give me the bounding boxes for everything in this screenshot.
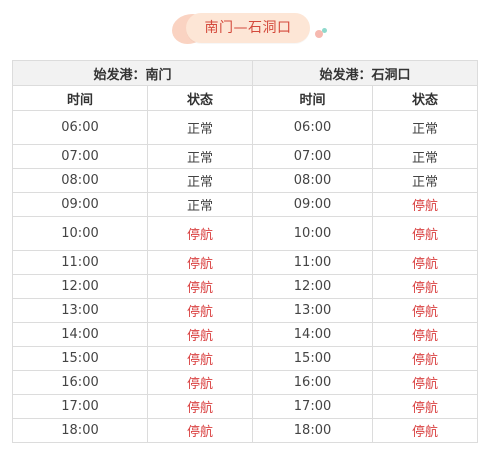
departure-time-cell: 17:00: [252, 394, 374, 419]
table-row: 06:00 正常 06:00 正常: [12, 110, 479, 145]
port-header-row: 始发港：南门 始发港：石洞口: [11, 60, 479, 86]
table-row: 17:00 停航 17:00 停航: [12, 394, 479, 419]
departure-time-cell: 06:00: [12, 110, 148, 145]
status-cell: 停航: [146, 250, 254, 275]
departure-time-cell: 06:00: [252, 110, 374, 145]
departure-time-cell: 15:00: [12, 346, 148, 371]
table-row: 18:00 停航 18:00 停航: [12, 418, 479, 443]
status-cell: 正常: [372, 110, 479, 145]
ferry-schedule-table: 始发港：南门 始发港：石洞口 时间 状态 时间 状态 06:00 正常 06:00 正…: [11, 60, 479, 443]
departure-time-cell: 11:00: [12, 250, 148, 275]
departure-time-cell: 15:00: [252, 346, 374, 371]
status-cell: 正常: [146, 144, 254, 169]
departure-time-cell: 18:00: [252, 418, 374, 443]
column-header-time: 时间: [12, 85, 148, 111]
status-cell: 停航: [146, 346, 254, 371]
status-cell: 停航: [146, 216, 254, 251]
departure-time-cell: 16:00: [12, 370, 148, 395]
status-cell: 停航: [146, 418, 254, 443]
route-title: 南门—石洞口: [204, 20, 292, 36]
table-row: 08:00 正常 08:00 正常: [12, 168, 479, 193]
departure-time-cell: 09:00: [12, 192, 148, 217]
column-header-status: 状态: [146, 85, 254, 111]
port-header-shidongkou: 始发港：石洞口: [252, 60, 479, 86]
table-row: 13:00 停航 13:00 停航: [12, 298, 479, 323]
table-row: 07:00 正常 07:00 正常: [12, 144, 479, 169]
departure-time-cell: 11:00: [252, 250, 374, 275]
status-cell: 停航: [372, 394, 479, 419]
column-header-row: 时间 状态 时间 状态: [12, 85, 479, 111]
banner-decoration-dot: [322, 28, 327, 33]
departure-time-cell: 07:00: [12, 144, 148, 169]
column-header-status: 状态: [372, 85, 479, 111]
status-cell: 正常: [146, 168, 254, 193]
departure-time-cell: 14:00: [12, 322, 148, 347]
route-banner: 南门—石洞口: [172, 10, 327, 46]
status-cell: 停航: [372, 322, 479, 347]
column-header-time: 时间: [252, 85, 374, 111]
status-cell: 停航: [146, 274, 254, 299]
departure-time-cell: 12:00: [252, 274, 374, 299]
schedule-body: 06:00 正常 06:00 正常 07:00 正常 07:00 正常 08:00 正常 08:00…: [12, 110, 479, 443]
status-cell: 停航: [372, 192, 479, 217]
table-row: 16:00 停航 16:00 停航: [12, 370, 479, 395]
departure-time-cell: 13:00: [252, 298, 374, 323]
departure-time-cell: 10:00: [12, 216, 148, 251]
departure-time-cell: 09:00: [252, 192, 374, 217]
status-cell: 正常: [372, 168, 479, 193]
departure-time-cell: 08:00: [252, 168, 374, 193]
table-row: 10:00 停航 10:00 停航: [12, 216, 479, 251]
table-row: 14:00 停航 14:00 停航: [12, 322, 479, 347]
departure-time-cell: 10:00: [252, 216, 374, 251]
table-row: 09:00 正常 09:00 停航: [12, 192, 479, 217]
departure-time-cell: 12:00: [12, 274, 148, 299]
status-cell: 停航: [372, 298, 479, 323]
status-cell: 停航: [372, 346, 479, 371]
table-row: 11:00 停航 11:00 停航: [12, 250, 479, 275]
status-cell: 停航: [372, 418, 479, 443]
status-cell: 停航: [372, 216, 479, 251]
status-cell: 正常: [146, 192, 254, 217]
status-cell: 停航: [146, 322, 254, 347]
status-cell: 停航: [372, 274, 479, 299]
status-cell: 正常: [146, 110, 254, 145]
departure-time-cell: 08:00: [12, 168, 148, 193]
status-cell: 停航: [372, 370, 479, 395]
departure-time-cell: 17:00: [12, 394, 148, 419]
port-header-nanmen: 始发港：南门: [11, 60, 254, 86]
departure-time-cell: 13:00: [12, 298, 148, 323]
table-row: 15:00 停航 15:00 停航: [12, 346, 479, 371]
departure-time-cell: 07:00: [252, 144, 374, 169]
status-cell: 正常: [372, 144, 479, 169]
status-cell: 停航: [146, 370, 254, 395]
departure-time-cell: 18:00: [12, 418, 148, 443]
status-cell: 停航: [146, 298, 254, 323]
departure-time-cell: 16:00: [252, 370, 374, 395]
table-row: 12:00 停航 12:00 停航: [12, 274, 479, 299]
status-cell: 停航: [146, 394, 254, 419]
departure-time-cell: 14:00: [252, 322, 374, 347]
status-cell: 停航: [372, 250, 479, 275]
